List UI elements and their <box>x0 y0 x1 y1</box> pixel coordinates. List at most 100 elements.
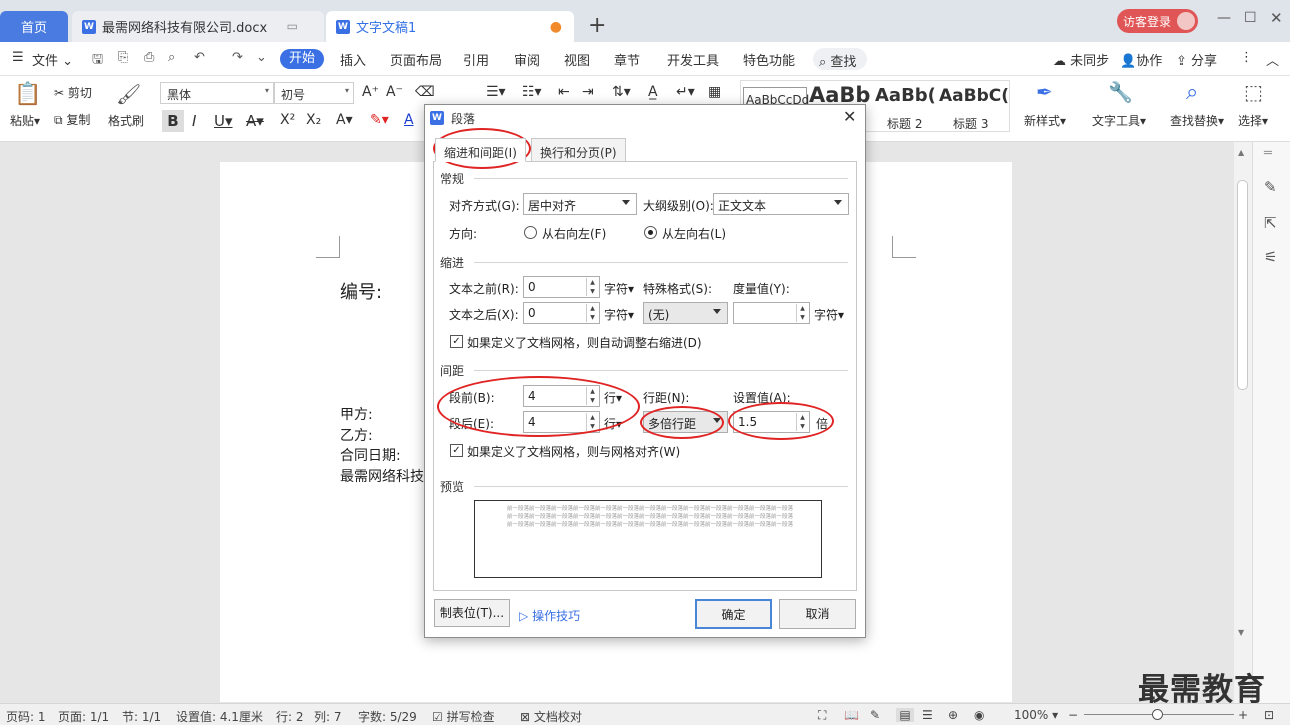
web-view-icon[interactable]: ⊕ <box>948 708 958 722</box>
zoom-slider-thumb[interactable] <box>1152 709 1163 720</box>
ltr-label[interactable]: 从左向右(L) <box>662 225 726 242</box>
status-section[interactable]: 节: 1/1 <box>122 708 161 725</box>
export-icon[interactable]: ⎘ <box>118 50 128 65</box>
preview-icon[interactable]: ⌕ <box>168 50 175 65</box>
kebab-icon[interactable]: ⋮ <box>1240 50 1253 65</box>
tab-indent-spacing[interactable]: 缩进和间距(I) <box>435 138 526 162</box>
fit-icon[interactable]: ⛶ <box>818 708 826 723</box>
menu-chapter[interactable]: 章节 <box>614 50 640 69</box>
login-button[interactable]: 访客登录 <box>1117 9 1198 33</box>
tab-doc2[interactable]: W 文字文稿1 ● <box>326 11 574 42</box>
bullet-list-icon[interactable]: ☰▾ <box>486 84 506 100</box>
menu-review[interactable]: 审阅 <box>514 50 540 69</box>
scroll-up-icon[interactable]: ▲ <box>1238 148 1244 157</box>
font-name-select[interactable]: 黑体 ▾ <box>160 82 274 104</box>
text-direction-icon[interactable]: A̲ <box>648 84 658 100</box>
zoom-in-icon[interactable]: + <box>1238 708 1248 722</box>
proofread-button[interactable]: ⊠ 文档校对 <box>520 708 582 725</box>
minimize-icon[interactable]: — <box>1217 10 1231 26</box>
collab-button[interactable]: 👤协作 <box>1120 50 1162 69</box>
menu-reference[interactable]: 引用 <box>463 50 489 69</box>
menu-insert[interactable]: 插入 <box>340 50 366 69</box>
before-text-spin[interactable]: 0 ▲ ▼ <box>523 276 600 298</box>
dialog-title-bar[interactable]: W 段落 ✕ <box>425 105 865 131</box>
auto-indent-checkbox[interactable]: ✓ <box>450 335 463 348</box>
text-effect-icon[interactable]: A▾ <box>336 112 353 128</box>
menu-view[interactable]: 视图 <box>564 50 590 69</box>
menu-start[interactable]: 开始 <box>280 49 324 69</box>
menu-developer[interactable]: 开发工具 <box>667 50 719 69</box>
subscript-icon[interactable]: X₂ <box>306 112 321 128</box>
cancel-button[interactable]: 取消 <box>779 599 856 629</box>
number-list-icon[interactable]: ☷▾ <box>522 84 542 100</box>
rtl-radio[interactable] <box>524 226 537 239</box>
copy-button[interactable]: ⧉ 复制 <box>54 111 90 128</box>
status-pages[interactable]: 页面: 1/1 <box>58 708 109 725</box>
sort-icon[interactable]: ⇅▾ <box>612 84 631 100</box>
maximize-icon[interactable]: ☐ <box>1244 10 1257 26</box>
cut-button[interactable]: ✂ 剪切 <box>54 84 92 101</box>
paste-button[interactable]: 粘贴▾ <box>10 112 40 129</box>
shrink-font-icon[interactable]: A⁻ <box>386 84 403 100</box>
page-view-icon[interactable]: ▤ <box>896 708 914 722</box>
print-icon[interactable]: ⎙ <box>144 50 154 65</box>
new-style-button[interactable]: 新样式▾ <box>1024 112 1066 129</box>
underline-icon[interactable]: U▾ <box>214 112 233 130</box>
superscript-icon[interactable]: X² <box>280 112 295 128</box>
alignment-select[interactable]: 居中对齐 <box>523 193 637 215</box>
menu-layout[interactable]: 页面布局 <box>390 50 442 69</box>
eye-protect-icon[interactable]: ◉ <box>974 708 984 722</box>
collapse-ribbon-icon[interactable]: ︿ <box>1266 50 1279 69</box>
find-replace-button[interactable]: 查找替换▾ <box>1170 112 1224 129</box>
auto-indent-label[interactable]: 如果定义了文档网格，则自动调整右缩进(D) <box>467 334 702 351</box>
search-box[interactable]: ⌕ 查找 <box>813 48 867 70</box>
table-icon[interactable]: ▦ <box>708 84 721 100</box>
measure-unit[interactable]: 字符▾ <box>814 306 844 323</box>
read-mode-icon[interactable]: 📖 <box>844 708 859 722</box>
measure-spin[interactable]: ▲ ▼ <box>733 302 810 324</box>
tab-line-page-break[interactable]: 换行和分页(P) <box>531 138 626 162</box>
zoom-level[interactable]: 100% ▾ <box>1014 708 1058 722</box>
style-heading3[interactable]: AaBbC( <box>939 86 1009 106</box>
tab-home[interactable]: 首页 <box>0 11 68 42</box>
pen-icon[interactable]: ✎ <box>1264 178 1277 196</box>
grid-align-label[interactable]: 如果定义了文档网格，则与网格对齐(W) <box>467 443 680 460</box>
style-heading2[interactable]: AaBb( <box>875 85 936 106</box>
status-col[interactable]: 列: 7 <box>314 708 342 725</box>
highlight-icon[interactable]: ✎▾ <box>370 112 389 128</box>
menu-features[interactable]: 特色功能 <box>743 50 795 69</box>
sync-status[interactable]: ☁ 未同步 <box>1053 50 1109 69</box>
before-text-unit[interactable]: 字符▾ <box>604 280 634 297</box>
strikethrough-icon[interactable]: A▾ <box>246 112 264 130</box>
select-button[interactable]: 选择▾ <box>1238 112 1268 129</box>
zoom-out-icon[interactable]: − <box>1068 708 1078 722</box>
sliders-icon[interactable]: ⚟ <box>1264 248 1277 266</box>
cursor-icon[interactable]: ⇱ <box>1264 214 1277 232</box>
vertical-scrollbar[interactable]: ▲ ▼ <box>1234 142 1252 703</box>
tips-link[interactable]: ▷ 操作技巧 <box>519 607 580 624</box>
hamburger-icon[interactable]: ☰ <box>12 50 24 65</box>
status-page-num[interactable]: 页码: 1 <box>6 708 46 725</box>
after-text-spin[interactable]: 0 ▲ ▼ <box>523 302 600 324</box>
status-row[interactable]: 行: 2 <box>276 708 304 725</box>
rtl-label[interactable]: 从右向左(F) <box>542 225 606 242</box>
grid-align-checkbox[interactable]: ✓ <box>450 444 463 457</box>
bold-icon[interactable]: B <box>162 110 184 132</box>
new-tab-button[interactable]: + <box>588 13 606 38</box>
save-icon[interactable]: 🖫 <box>92 50 103 72</box>
font-color-icon[interactable]: A <box>404 112 414 128</box>
italic-icon[interactable]: I <box>192 112 196 130</box>
more-icon[interactable]: ⌄ <box>256 50 267 65</box>
undo-icon[interactable]: ↶ <box>194 50 205 65</box>
scroll-down-icon[interactable]: ▼ <box>1238 628 1244 637</box>
paste-icon[interactable]: 📋 <box>14 82 41 107</box>
dialog-close-icon[interactable]: ✕ <box>843 107 856 126</box>
indent-icon[interactable]: ⇥ <box>582 84 594 100</box>
outline-view-icon[interactable]: ☰ <box>922 708 933 722</box>
spell-check-button[interactable]: ☑ 拼写检查 <box>432 708 495 725</box>
edit-mode-icon[interactable]: ✎ <box>870 708 880 722</box>
status-words[interactable]: 字数: 5/29 <box>358 708 417 725</box>
tab-doc1[interactable]: W 最需网络科技有限公司.docx ▭ <box>72 11 324 42</box>
format-painter-button[interactable]: 格式刷 <box>108 112 144 129</box>
after-text-unit[interactable]: 字符▾ <box>604 306 634 323</box>
